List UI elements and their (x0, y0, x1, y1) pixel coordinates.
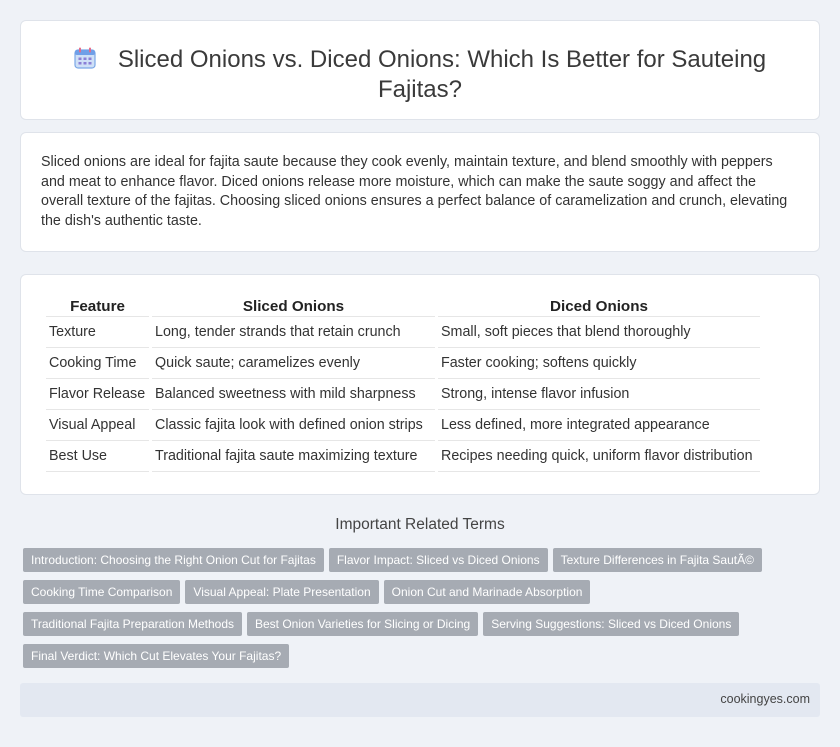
related-term-tag[interactable]: Flavor Impact: Sliced vs Diced Onions (328, 548, 548, 572)
table-row: Cooking Time Quick saute; caramelizes ev… (46, 348, 760, 379)
header-feature: Feature (46, 297, 149, 317)
related-term-tag[interactable]: Cooking Time Comparison (23, 580, 181, 604)
table-cell: Long, tender strands that retain crunch (152, 317, 435, 348)
related-terms-title: Important Related Terms (335, 516, 505, 533)
tag-row: Final Verdict: Which Cut Elevates Your F… (23, 644, 813, 676)
table-cell: Cooking Time (46, 348, 149, 379)
table-row: Flavor Release Balanced sweetness with m… (46, 379, 760, 410)
table-cell: Texture (46, 317, 149, 348)
title-line-2: Fajitas? (377, 76, 463, 103)
related-term-tag[interactable]: Serving Suggestions: Sliced vs Diced Oni… (483, 612, 740, 636)
table-cell: Small, soft pieces that blend thoroughly (438, 317, 760, 348)
table-row: Texture Long, tender strands that retain… (46, 317, 760, 348)
table-cell: Best Use (46, 441, 149, 472)
related-term-tag[interactable]: Texture Differences in Fajita SautÃ© (552, 548, 762, 572)
table-cell: Recipes needing quick, uniform flavor di… (438, 441, 760, 472)
related-term-tag[interactable]: Visual Appeal: Plate Presentation (185, 580, 379, 604)
tag-row: Cooking Time Comparison Visual Appeal: Pl… (23, 580, 813, 612)
page-title: Sliced Onions vs. Diced Onions: Which Is… (21, 45, 819, 105)
table-cell: Faster cooking; softens quickly (438, 348, 760, 379)
table-header-row: Feature Sliced Onions Diced Onions (46, 297, 760, 317)
related-term-tag[interactable]: Traditional Fajita Preparation Methods (23, 612, 242, 636)
table-cell: Balanced sweetness with mild sharpness (152, 379, 435, 410)
intro-card: Sliced onions are ideal for fajita saute… (20, 132, 820, 252)
related-terms-list: Introduction: Choosing the Right Onion C… (23, 548, 813, 676)
tag-row: Introduction: Choosing the Right Onion C… (23, 548, 813, 580)
header-sliced: Sliced Onions (152, 297, 435, 317)
related-term-tag[interactable]: Introduction: Choosing the Right Onion C… (23, 548, 324, 572)
table-cell: Quick saute; caramelizes evenly (152, 348, 435, 379)
tag-row: Traditional Fajita Preparation Methods Be… (23, 612, 813, 644)
comparison-table: Feature Sliced Onions Diced Onions Textu… (43, 297, 763, 472)
table-cell: Classic fajita look with defined onion s… (152, 410, 435, 441)
calendar-icon (74, 47, 96, 69)
table-row: Best Use Traditional fajita saute maximi… (46, 441, 760, 472)
title-card: Sliced Onions vs. Diced Onions: Which Is… (20, 20, 820, 120)
table-cell: Strong, intense flavor infusion (438, 379, 760, 410)
comparison-card: Feature Sliced Onions Diced Onions Textu… (20, 274, 820, 495)
table-cell: Flavor Release (46, 379, 149, 410)
footer: cookingyes.com (20, 683, 820, 717)
table-cell: Traditional fajita saute maximizing text… (152, 441, 435, 472)
table-cell: Less defined, more integrated appearance (438, 410, 760, 441)
related-term-tag[interactable]: Final Verdict: Which Cut Elevates Your F… (23, 644, 290, 668)
table-cell: Visual Appeal (46, 410, 149, 441)
related-term-tag[interactable]: Best Onion Varieties for Slicing or Dici… (247, 612, 479, 636)
footer-site-link[interactable]: cookingyes.com (720, 692, 810, 706)
related-term-tag[interactable]: Onion Cut and Marinade Absorption (383, 580, 591, 604)
title-line-1: Sliced Onions vs. Diced Onions: Which Is… (117, 46, 767, 73)
intro-paragraph: Sliced onions are ideal for fajita saute… (41, 154, 788, 229)
header-diced: Diced Onions (438, 297, 760, 317)
table-row: Visual Appeal Classic fajita look with d… (46, 410, 760, 441)
